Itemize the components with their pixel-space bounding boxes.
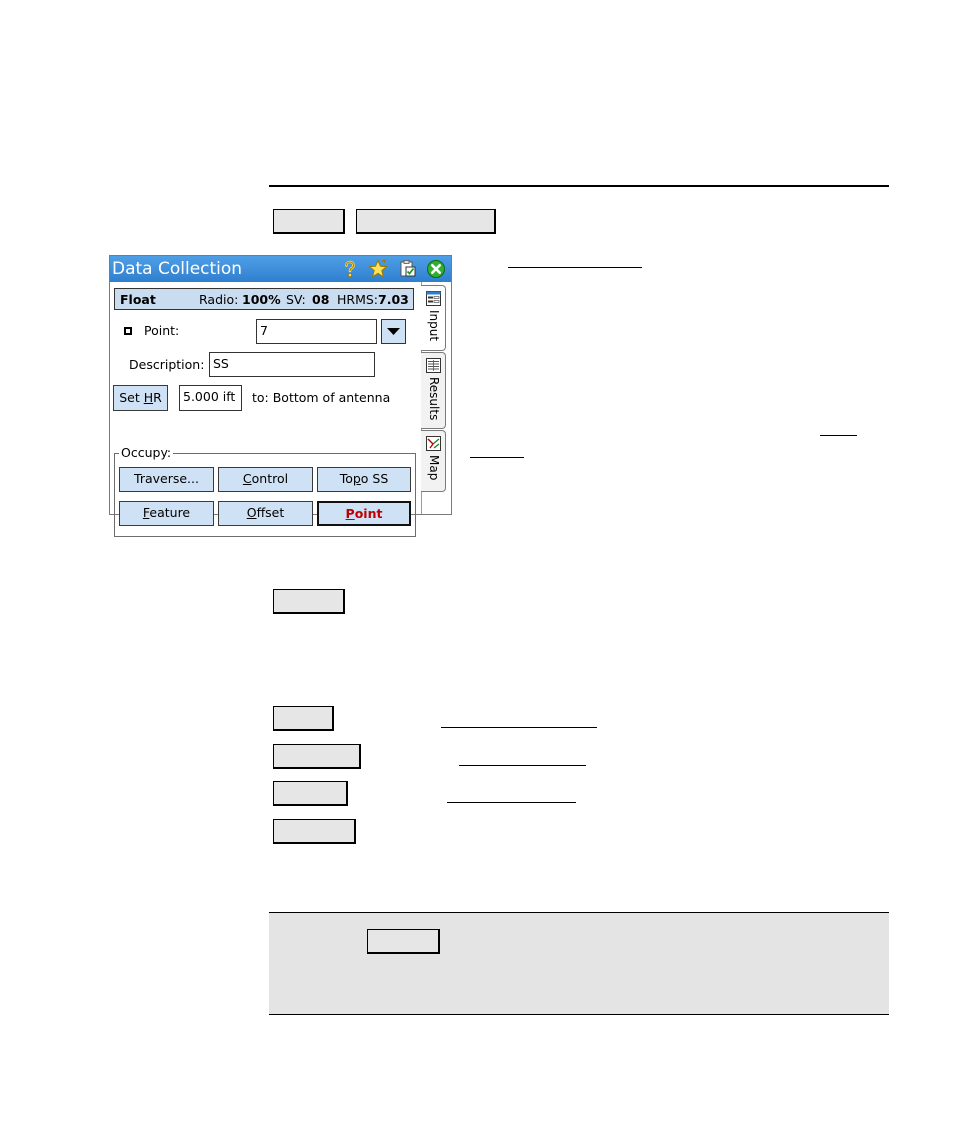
hr-to-label: to: Bottom of antenna — [252, 390, 391, 405]
results-list-icon — [426, 358, 441, 373]
point-dropdown-button[interactable] — [381, 319, 406, 344]
sv-label: SV: — [286, 292, 306, 307]
chevron-down-icon — [387, 328, 400, 335]
hr-input[interactable]: 5.000 ift — [179, 385, 242, 411]
control-button[interactable]: Control — [218, 467, 313, 492]
point-bullet-icon — [124, 327, 132, 335]
doc-underline-6 — [447, 802, 576, 803]
doc-key-box-2 — [356, 209, 496, 234]
radio-value: 100% — [242, 292, 281, 307]
map-icon — [426, 436, 441, 451]
tab-map[interactable]: Map — [421, 430, 446, 492]
doc-key-box-6 — [273, 781, 348, 806]
point-label: Point: — [144, 323, 180, 338]
doc-underline-1 — [508, 267, 642, 268]
set-hr-button[interactable]: Set HR — [113, 385, 168, 411]
hrms-label: HRMS: — [337, 292, 379, 307]
tab-input-label: Input — [427, 310, 441, 342]
radio-label: Radio: — [199, 292, 239, 307]
tab-results-label: Results — [427, 377, 441, 421]
topo-ss-button[interactable]: Topo SS — [317, 467, 411, 492]
input-panel: Float Radio: 100% SV: 08 HRMS: 7.03 Poin… — [110, 282, 422, 537]
hrms-value: 7.03 — [378, 292, 409, 307]
doc-underline-3 — [470, 457, 524, 458]
title-bar: Data Collection — [110, 256, 451, 282]
point-input[interactable]: 7 — [256, 319, 377, 344]
header-rule — [269, 185, 889, 187]
doc-key-box-3 — [273, 589, 345, 614]
note-box — [269, 912, 889, 1015]
occupy-group: Occupy: Traverse... Control Topo SS Feat… — [114, 445, 416, 537]
traverse-button[interactable]: Traverse... — [119, 467, 214, 492]
data-collection-window: Data Collection Float Radio: 100% SV: 08… — [109, 255, 452, 537]
doc-underline-2 — [820, 435, 857, 436]
fix-status: Float — [120, 292, 156, 307]
window-title: Data Collection — [112, 259, 243, 279]
tab-results[interactable]: Results — [421, 352, 446, 429]
clipboard-check-icon[interactable] — [398, 259, 418, 279]
doc-underline-4 — [441, 727, 597, 728]
feature-button[interactable]: Feature — [119, 501, 214, 526]
gps-status-bar: Float Radio: 100% SV: 08 HRMS: 7.03 — [114, 288, 414, 310]
doc-key-box-7 — [273, 819, 356, 844]
point-button[interactable]: Point — [317, 501, 411, 526]
description-label: Description: — [129, 357, 205, 372]
input-form-icon — [426, 291, 441, 306]
tab-input[interactable]: Input — [421, 285, 446, 351]
close-icon[interactable] — [426, 259, 446, 279]
doc-key-box-8 — [367, 929, 440, 954]
help-icon[interactable] — [340, 259, 360, 279]
description-input[interactable]: SS — [209, 352, 375, 377]
offset-button[interactable]: Offset — [218, 501, 313, 526]
favorites-star-icon[interactable] — [368, 259, 388, 279]
set-hr-mnemonic: H — [143, 390, 154, 405]
traverse-button-label: Traverse... — [134, 471, 199, 486]
doc-key-box-5 — [273, 744, 361, 769]
sv-value: 08 — [312, 292, 330, 307]
occupy-label: Occupy: — [119, 445, 174, 460]
doc-underline-5 — [459, 765, 586, 766]
doc-key-box-4 — [273, 706, 334, 731]
tab-map-label: Map — [427, 455, 441, 481]
doc-key-box-1 — [273, 209, 345, 234]
